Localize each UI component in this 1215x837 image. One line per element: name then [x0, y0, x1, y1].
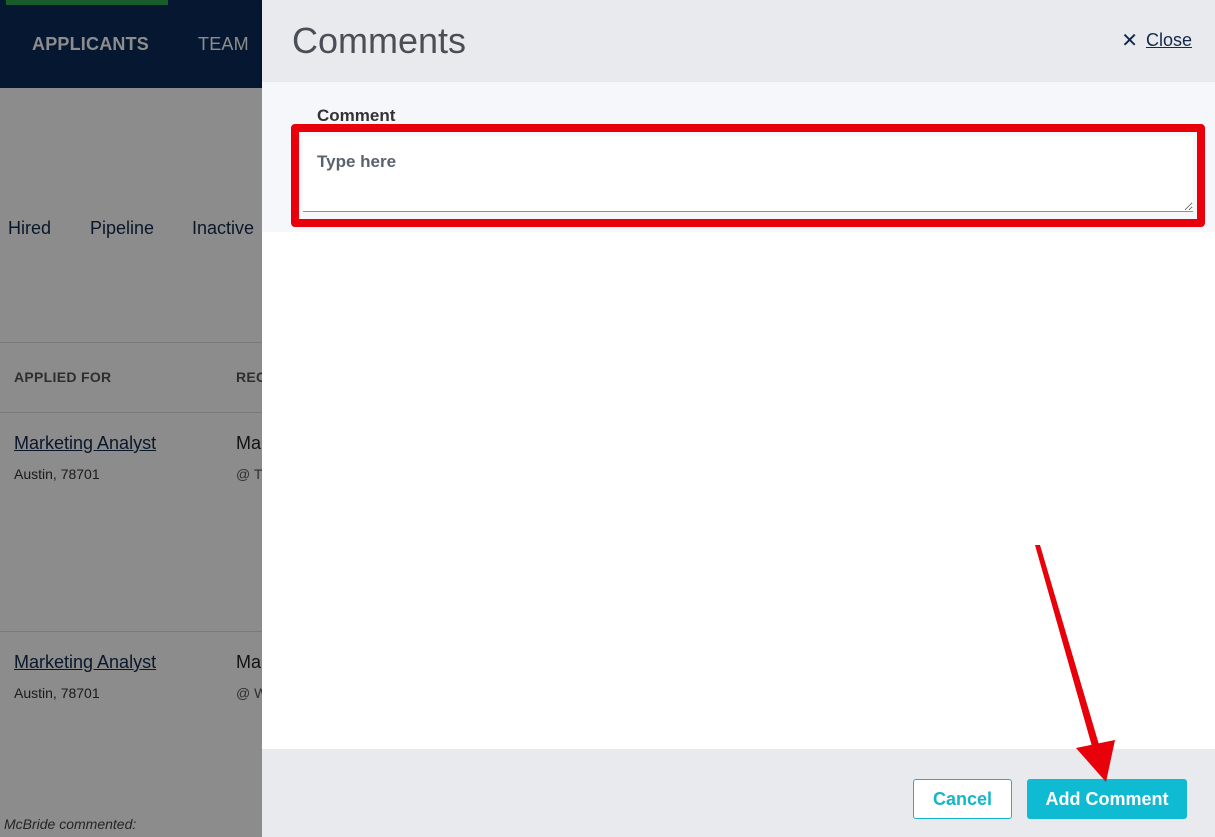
- cancel-button[interactable]: Cancel: [913, 779, 1012, 819]
- comments-drawer: Comments ✕ Close Comment Cancel Add Comm…: [262, 0, 1215, 837]
- comment-textarea[interactable]: [303, 136, 1193, 212]
- comment-form: Comment: [262, 82, 1215, 232]
- drawer-header: Comments ✕ Close: [262, 0, 1215, 82]
- close-label[interactable]: Close: [1146, 30, 1192, 51]
- close-button[interactable]: ✕ Close: [1121, 30, 1192, 51]
- close-icon[interactable]: ✕: [1121, 31, 1138, 51]
- comment-label: Comment: [317, 106, 396, 125]
- drawer-footer: Cancel Add Comment: [262, 749, 1215, 837]
- drawer-title: Comments: [292, 20, 467, 61]
- add-comment-button[interactable]: Add Comment: [1027, 779, 1187, 819]
